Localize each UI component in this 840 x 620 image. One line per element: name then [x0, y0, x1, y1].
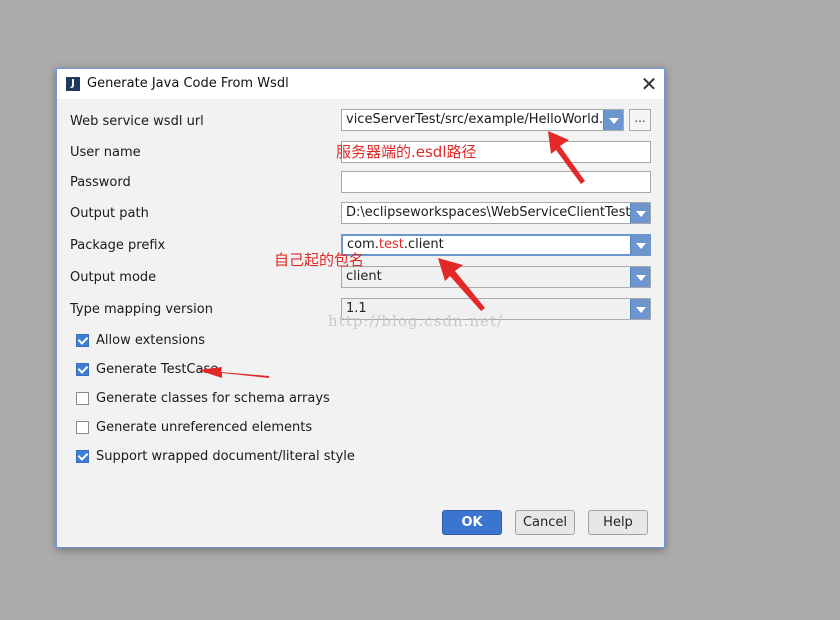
chevron-down-icon[interactable]	[603, 110, 623, 130]
chevron-down-icon[interactable]	[630, 236, 649, 254]
chevron-down-icon[interactable]	[630, 267, 650, 287]
package-prefix-value-highlight: test	[378, 237, 404, 252]
output-path-combo[interactable]: D:\eclipseworkspaces\WebServiceClientTes…	[341, 202, 651, 224]
output-mode-combo[interactable]: client	[341, 266, 651, 288]
checkbox-box[interactable]	[76, 391, 89, 405]
checkbox-label: Generate classes for schema arrays	[96, 390, 330, 406]
checkbox-box[interactable]	[76, 449, 89, 463]
user-name-label: User name	[70, 145, 141, 160]
package-prefix-combo[interactable]: com.test.client	[341, 234, 651, 256]
browse-button[interactable]: ...	[629, 109, 651, 131]
chevron-down-icon[interactable]	[630, 299, 650, 319]
generate-testcase-checkbox[interactable]: Generate TestCase	[76, 360, 218, 378]
chevron-down-icon[interactable]	[630, 203, 650, 223]
generate-java-code-dialog: J Generate Java Code From Wsdl ✕ Web ser…	[56, 68, 665, 548]
cancel-button[interactable]: Cancel	[515, 510, 575, 535]
password-input[interactable]	[341, 171, 651, 193]
generate-unreferenced-elements-checkbox[interactable]: Generate unreferenced elements	[76, 418, 312, 436]
support-wrapped-style-checkbox[interactable]: Support wrapped document/literal style	[76, 447, 355, 465]
intellij-icon: J	[66, 77, 80, 91]
output-path-value: D:\eclipseworkspaces\WebServiceClientTes…	[346, 205, 651, 220]
help-button[interactable]: Help	[588, 510, 648, 535]
checkbox-label: Support wrapped document/literal style	[96, 448, 355, 464]
watermark: http://blog.csdn.net/	[328, 312, 504, 330]
close-icon[interactable]: ✕	[634, 69, 664, 99]
output-mode-label: Output mode	[70, 270, 157, 285]
output-mode-value: client	[346, 269, 382, 284]
checkbox-label: Allow extensions	[96, 332, 205, 348]
wsdl-url-value: viceServerTest/src/example/HelloWorld.ws…	[346, 112, 624, 127]
checkbox-box[interactable]	[76, 420, 89, 434]
type-mapping-version-label: Type mapping version	[70, 302, 213, 317]
annotation-esdl-path: 服务器端的.esdl路径	[336, 143, 477, 161]
dialog-titlebar: J Generate Java Code From Wsdl ✕	[57, 69, 664, 99]
checkbox-label: Generate unreferenced elements	[96, 419, 313, 435]
output-path-label: Output path	[70, 206, 149, 221]
password-label: Password	[70, 175, 131, 190]
checkbox-box[interactable]	[76, 362, 89, 376]
allow-extensions-checkbox[interactable]: Allow extensions	[76, 331, 205, 349]
annotation-package-name: 自己起的包名	[274, 251, 365, 269]
ok-button[interactable]: OK	[442, 510, 502, 535]
wsdl-url-label: Web service wsdl url	[70, 114, 204, 129]
checkbox-box[interactable]	[76, 333, 89, 347]
dialog-title: Generate Java Code From Wsdl	[87, 76, 289, 91]
checkbox-label: Generate TestCase	[96, 361, 219, 377]
generate-schema-arrays-checkbox[interactable]: Generate classes for schema arrays	[76, 389, 330, 407]
package-prefix-value-end: .client	[403, 237, 444, 252]
package-prefix-label: Package prefix	[70, 238, 166, 253]
wsdl-url-combo[interactable]: viceServerTest/src/example/HelloWorld.ws…	[341, 109, 624, 131]
